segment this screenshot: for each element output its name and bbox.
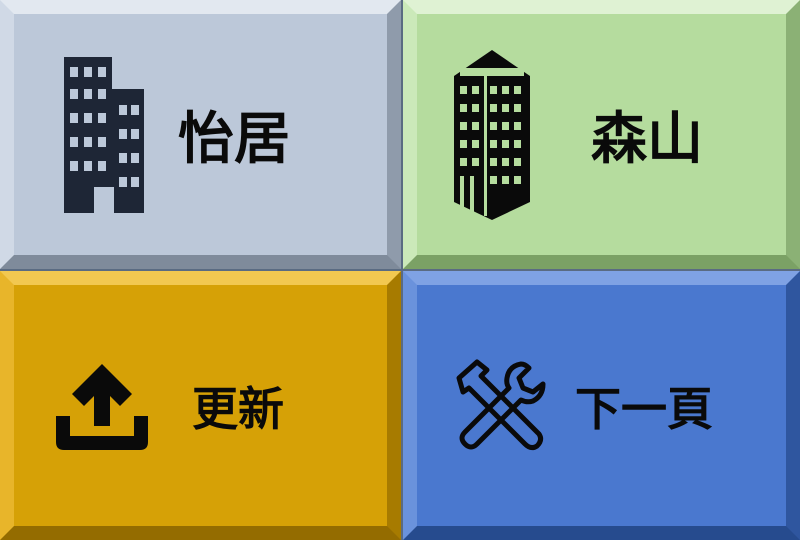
tile-face: 下一頁 bbox=[417, 285, 786, 526]
tile-next-page-button[interactable]: 下一頁 bbox=[403, 271, 800, 540]
tile-face: 怡居 bbox=[14, 14, 387, 255]
tile-label: 更新 bbox=[192, 381, 284, 436]
tile-senshan-button[interactable]: 森山 bbox=[403, 0, 800, 269]
tile-yiju-button[interactable]: 怡居 bbox=[0, 0, 401, 269]
tile-update-button[interactable]: 更新 bbox=[0, 271, 401, 540]
tools-icon bbox=[451, 358, 547, 454]
tile-label: 下一頁 bbox=[575, 381, 713, 436]
upload-icon bbox=[52, 360, 152, 452]
tile-face: 更新 bbox=[14, 285, 387, 526]
office-building-icon bbox=[64, 56, 144, 213]
tile-label: 森山 bbox=[591, 107, 703, 172]
tile-face: 森山 bbox=[417, 14, 786, 255]
tile-label: 怡居 bbox=[178, 107, 290, 172]
tower-building-icon bbox=[447, 49, 537, 220]
